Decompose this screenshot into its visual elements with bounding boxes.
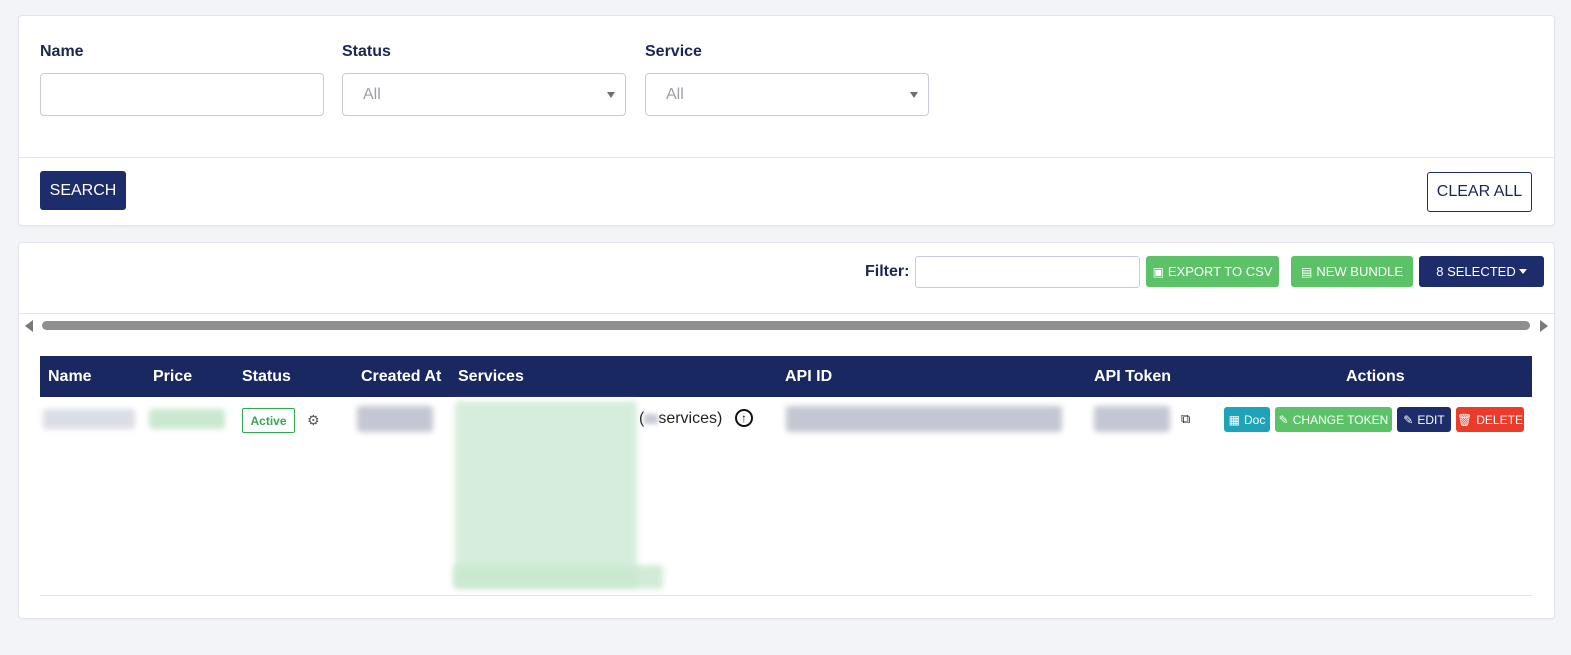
- service-select-value: All: [666, 85, 684, 103]
- redacted-api-id: [786, 406, 1062, 432]
- chevron-down-icon: [910, 92, 918, 98]
- edit-icon: ✎: [1403, 412, 1414, 427]
- new-bundle-button[interactable]: ▤ NEW BUNDLE: [1291, 256, 1413, 287]
- gear-icon[interactable]: ⚙: [307, 413, 320, 427]
- doc-button[interactable]: ▦ Doc: [1224, 407, 1270, 432]
- file-excel-icon: ▣: [1152, 264, 1164, 279]
- delete-button[interactable]: 🗑 DELETE: [1456, 407, 1524, 432]
- column-header-name[interactable]: Name: [48, 368, 92, 386]
- status-badge: Active: [242, 408, 295, 433]
- status-select-value: All: [363, 85, 381, 103]
- table-header: Name Price Status Created At Services AP…: [40, 356, 1532, 397]
- search-panel: Name Status All Service All SEARCH CLEAR…: [18, 15, 1555, 226]
- export-csv-button[interactable]: ▣ EXPORT TO CSV: [1146, 256, 1279, 287]
- selected-label: 8 SELECTED: [1436, 264, 1516, 279]
- name-label: Name: [40, 43, 84, 60]
- column-header-api-token[interactable]: API Token: [1094, 368, 1171, 386]
- edit-icon: ✎: [1278, 412, 1289, 427]
- filter-label: Filter:: [865, 263, 910, 280]
- scroll-right-arrow[interactable]: [1540, 320, 1548, 332]
- redacted-name: [43, 409, 135, 429]
- file-icon: ▤: [1300, 264, 1313, 279]
- search-button[interactable]: SEARCH: [40, 171, 126, 210]
- divider: [19, 313, 1554, 314]
- redacted-price: [149, 409, 225, 429]
- results-panel: Filter: ▣ EXPORT TO CSV ▤ NEW BUNDLE 8 S…: [18, 242, 1555, 619]
- services-count-suffix: services): [658, 410, 723, 427]
- column-header-status[interactable]: Status: [242, 368, 291, 386]
- status-label: Status: [342, 43, 391, 60]
- chevron-down-icon: [607, 92, 615, 98]
- book-icon: ▦: [1228, 412, 1240, 427]
- change-token-button[interactable]: ✎ CHANGE TOKEN: [1275, 407, 1392, 432]
- column-header-api-id[interactable]: API ID: [785, 368, 832, 386]
- trash-icon: 🗑: [1457, 412, 1473, 427]
- row-divider: [40, 595, 1532, 596]
- export-csv-label: EXPORT TO CSV: [1167, 264, 1273, 279]
- selected-columns-dropdown[interactable]: 8 SELECTED: [1419, 256, 1544, 287]
- redacted-services-number: [644, 413, 659, 424]
- caret-down-icon: [1518, 269, 1527, 274]
- service-label: Service: [645, 43, 702, 60]
- redacted-api-token: [1094, 406, 1170, 432]
- new-bundle-label: NEW BUNDLE: [1316, 264, 1404, 279]
- edit-label: EDIT: [1417, 412, 1445, 427]
- horizontal-scrollbar[interactable]: [42, 321, 1530, 330]
- services-count: (services): [639, 410, 722, 428]
- column-header-actions: Actions: [1346, 368, 1405, 385]
- status-select[interactable]: All: [342, 73, 626, 116]
- divider: [19, 157, 1554, 158]
- scroll-left-arrow[interactable]: [25, 320, 33, 332]
- redacted-services-list-last: [453, 565, 663, 589]
- delete-label: DELETE: [1476, 412, 1523, 427]
- filter-input[interactable]: [915, 256, 1140, 288]
- column-header-price[interactable]: Price: [153, 368, 192, 386]
- redacted-created-at: [357, 406, 433, 432]
- column-header-created-at[interactable]: Created At: [361, 368, 441, 386]
- column-header-services[interactable]: Services: [458, 368, 524, 386]
- edit-button[interactable]: ✎ EDIT: [1397, 407, 1451, 432]
- arrow-up-circle-icon[interactable]: ↑: [735, 409, 753, 427]
- change-token-label: CHANGE TOKEN: [1292, 412, 1389, 427]
- service-select[interactable]: All: [645, 73, 929, 116]
- redacted-services-list: [455, 401, 637, 587]
- doc-label: Doc: [1244, 412, 1266, 427]
- copy-icon[interactable]: ⧉: [1181, 411, 1190, 427]
- clear-all-button[interactable]: CLEAR ALL: [1427, 172, 1532, 212]
- name-input[interactable]: [40, 73, 324, 116]
